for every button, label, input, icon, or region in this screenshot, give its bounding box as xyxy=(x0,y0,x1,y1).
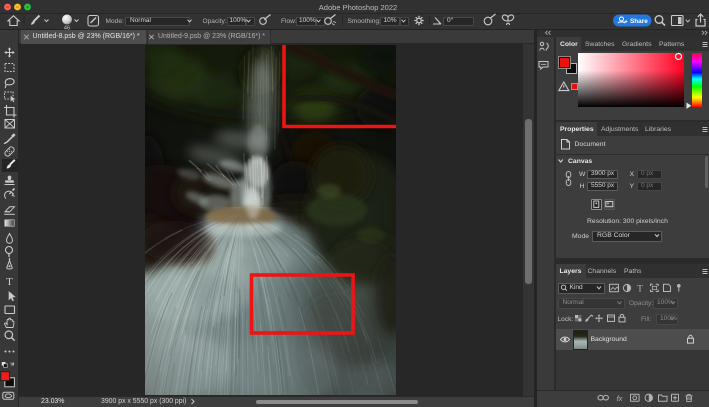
svg-text:46: 46 xyxy=(64,25,70,31)
svg-text:Share: Share xyxy=(630,18,648,25)
svg-text:T: T xyxy=(637,283,643,293)
svg-text:fx: fx xyxy=(617,394,623,403)
svg-text:T: T xyxy=(6,276,13,288)
